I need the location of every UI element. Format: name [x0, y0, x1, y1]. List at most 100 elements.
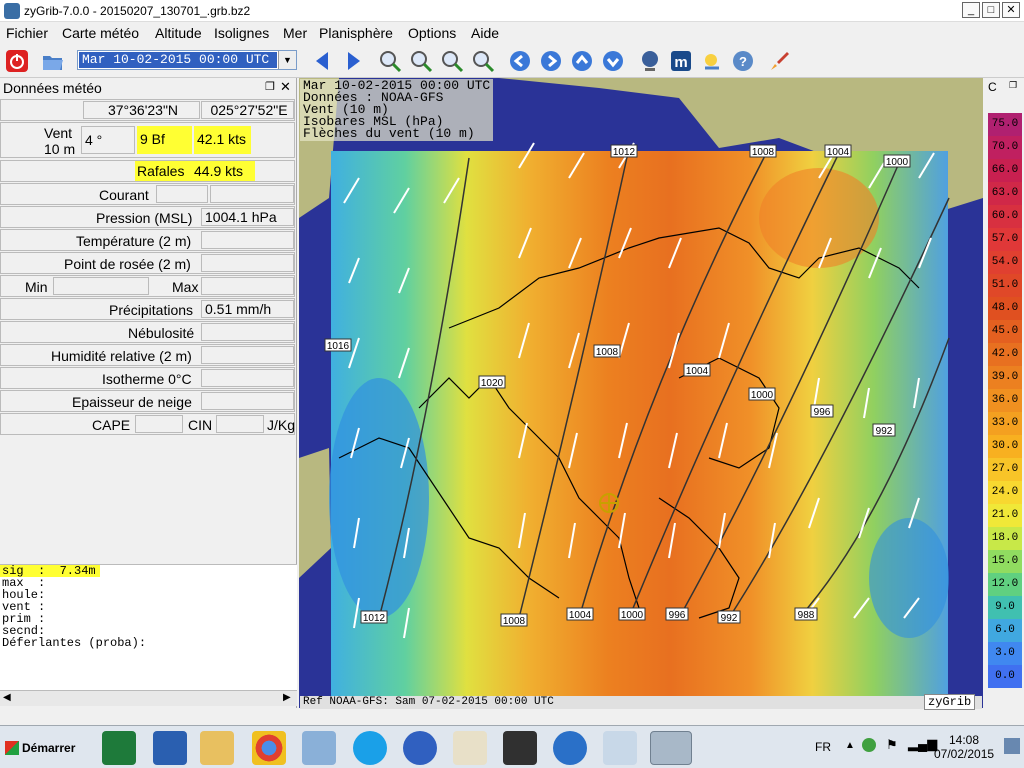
notes-icon[interactable] — [453, 731, 487, 765]
title-bar: zyGrib-7.0.0 - 20150207_130701_.grb.bz2 … — [0, 0, 1024, 22]
meteo-m-icon[interactable]: m — [668, 48, 694, 74]
pan-down-icon[interactable] — [600, 48, 626, 74]
color-legend: C ❐ 75.0 70.0 66.0 63.0 60.0 57.0 54.0 51.0 48.0… — [985, 78, 1024, 708]
rocket-icon[interactable] — [767, 48, 793, 74]
clock-date: 07/02/2015 — [934, 747, 995, 761]
camera-icon[interactable] — [503, 731, 537, 765]
pression-value: 1004.1 hPa — [201, 208, 294, 226]
help-icon[interactable]: ? — [730, 48, 756, 74]
zoom-fit-icon[interactable] — [439, 48, 465, 74]
clock[interactable]: 14:08 07/02/2015 — [934, 733, 994, 761]
isotherme-value — [201, 369, 294, 387]
chrome-icon[interactable] — [252, 731, 286, 765]
menu-altitude[interactable]: Altitude — [155, 25, 202, 41]
windows-logo-icon — [5, 741, 19, 755]
position-crosshair-icon[interactable] — [599, 493, 619, 513]
isobar-label: 1016 — [324, 338, 352, 352]
zygrib-task-icon[interactable] — [650, 731, 692, 765]
menu-isolignes[interactable]: Isolignes — [214, 25, 269, 41]
isobar-label: 992 — [717, 610, 741, 624]
legend-cell: 24.0 — [988, 481, 1022, 504]
taskbar: Démarrer FR ▲ ⚑ ▂▄▆ 14:08 07/02/2015 — [0, 725, 1024, 768]
legend-cell: 18.0 — [988, 527, 1022, 550]
power-icon[interactable] — [4, 48, 30, 74]
temperature-label: Température (2 m) — [76, 233, 192, 249]
security-tray-icon[interactable] — [862, 738, 876, 752]
weather-icon[interactable] — [699, 48, 725, 74]
explorer-icon[interactable] — [200, 731, 234, 765]
isobar-label: 1020 — [478, 375, 506, 389]
word-icon[interactable] — [153, 731, 187, 765]
horizontal-scrollbar[interactable]: ◀ ▶ — [0, 690, 297, 706]
nebulosite-value — [201, 323, 294, 341]
float-icon[interactable]: ❐ — [265, 80, 275, 93]
close-panel-icon[interactable]: ✕ — [280, 79, 291, 95]
menu-mer[interactable]: Mer — [283, 25, 307, 41]
thunderbird-icon[interactable] — [553, 731, 587, 765]
legend-cell: 60.0 — [988, 205, 1022, 228]
scroll-right-icon[interactable]: ▶ — [283, 692, 291, 703]
isobar-label: 1012 — [610, 144, 638, 158]
svg-text:m: m — [674, 54, 687, 71]
open-folder-icon[interactable] — [40, 48, 66, 74]
legend-cell: 42.0 — [988, 343, 1022, 366]
globe-icon[interactable] — [637, 48, 663, 74]
menu-fichier[interactable]: Fichier — [6, 25, 48, 41]
arrow-right-icon[interactable] — [340, 48, 366, 74]
start-button[interactable]: Démarrer — [2, 734, 78, 762]
menu-bar: Fichier Carte météo Altitude Isolignes M… — [0, 22, 1024, 44]
chevron-down-icon[interactable]: ▼ — [278, 51, 296, 69]
humidite-value — [201, 346, 294, 364]
map-canvas[interactable]: 1012 1008 1004 1000 1016 1020 1008 1004 … — [299, 78, 983, 708]
google-earth-icon[interactable] — [403, 731, 437, 765]
menu-aide[interactable]: Aide — [471, 25, 499, 41]
legend-float-icon[interactable]: ❐ — [1009, 80, 1017, 91]
signal-tray-icon[interactable]: ▂▄▆ — [908, 736, 937, 752]
svg-text:996: 996 — [814, 407, 831, 418]
clock-time: 14:08 — [948, 733, 980, 747]
isobar-label: 1008 — [500, 613, 528, 627]
language-indicator[interactable]: FR — [815, 740, 831, 754]
legend-header: C — [988, 80, 997, 94]
pression-label: Pression (MSL) — [96, 210, 193, 226]
weather-map[interactable]: 1012 1008 1004 1000 1016 1020 1008 1004 … — [299, 78, 983, 708]
network-icon[interactable] — [302, 731, 336, 765]
menu-options[interactable]: Options — [408, 25, 456, 41]
courant-label: Courant — [99, 187, 149, 203]
document-icon[interactable] — [603, 731, 637, 765]
tray-expand-icon[interactable]: ▲ — [845, 740, 855, 751]
zoom-in-icon[interactable] — [377, 48, 403, 74]
excel-icon[interactable] — [102, 731, 136, 765]
pan-left-icon[interactable] — [507, 48, 533, 74]
svg-text:1020: 1020 — [481, 378, 504, 389]
wind-direction: 4 ° — [81, 126, 135, 154]
isobar-label: 1004 — [566, 607, 594, 621]
maximize-button[interactable]: □ — [982, 2, 1000, 18]
isobar-label: 996 — [810, 404, 834, 418]
date-select[interactable]: Mar 10-02-2015 00:00 UTC ▼ — [77, 50, 297, 70]
isobar-label: 1000 — [748, 387, 776, 401]
isobar-label: 1008 — [749, 144, 777, 158]
deferlantes-line: Déferlantes (proba): — [2, 636, 147, 650]
svg-text:1012: 1012 — [613, 147, 636, 158]
min-label: Min — [25, 279, 48, 295]
minimize-button[interactable]: _ — [962, 2, 980, 18]
arrow-left-icon[interactable] — [310, 48, 336, 74]
pan-up-icon[interactable] — [569, 48, 595, 74]
min-value — [53, 277, 149, 295]
menu-planisphere[interactable]: Planisphère — [319, 25, 393, 41]
svg-text:988: 988 — [798, 610, 815, 621]
wave-info-textarea[interactable]: sig : 7.34m max : houle: vent : prim : s… — [0, 564, 297, 704]
legend-cell: 66.0 — [988, 159, 1022, 182]
isobar-label: 988 — [794, 607, 818, 621]
zoom-out-icon[interactable] — [408, 48, 434, 74]
scroll-left-icon[interactable]: ◀ — [3, 692, 11, 703]
zoom-reset-icon[interactable] — [470, 48, 496, 74]
reference-run-text: Ref NOAA-GFS: Sam 07-02-2015 00:00 UTC — [300, 696, 982, 709]
close-button[interactable]: ✕ — [1002, 2, 1020, 18]
show-desktop-icon[interactable] — [1004, 738, 1020, 754]
pan-right-icon[interactable] — [538, 48, 564, 74]
skype-icon[interactable] — [353, 731, 387, 765]
menu-carte-meteo[interactable]: Carte météo — [62, 25, 139, 41]
flag-tray-icon[interactable]: ⚑ — [886, 737, 898, 753]
